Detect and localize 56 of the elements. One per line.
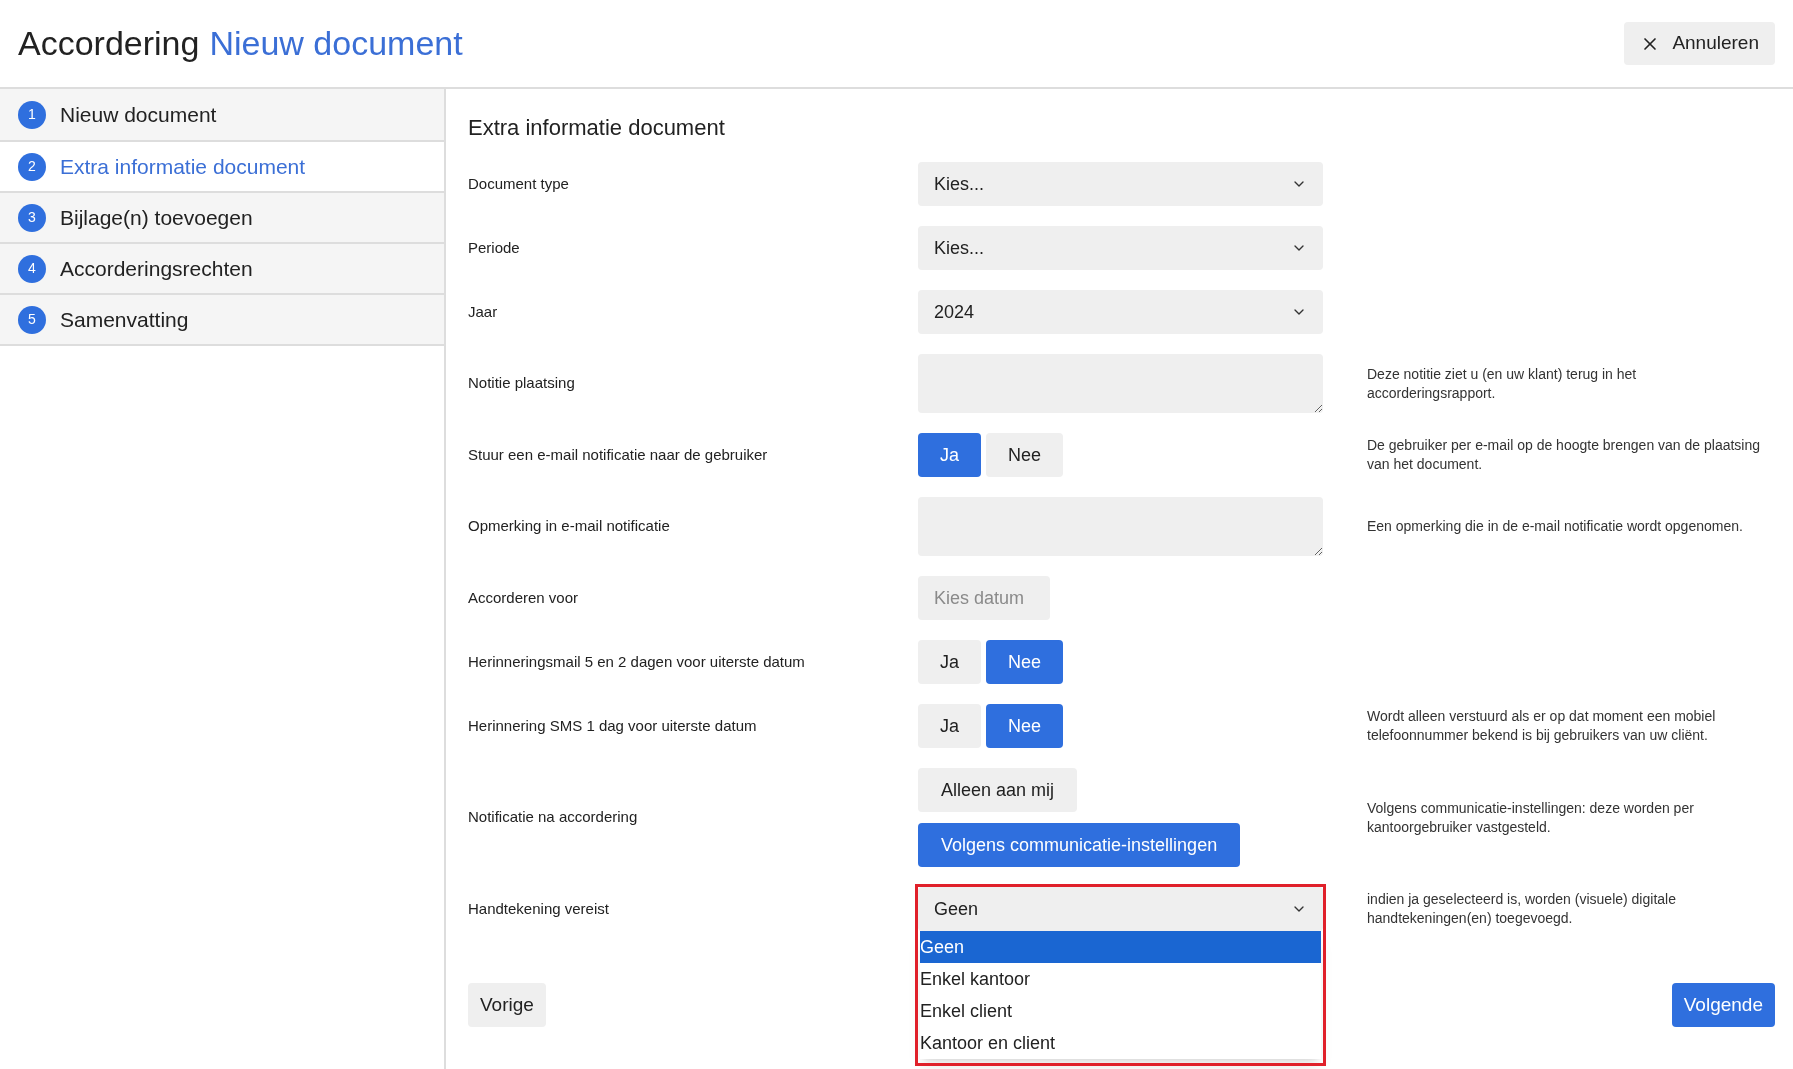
- cancel-button[interactable]: Annuleren: [1624, 22, 1775, 65]
- step-number: 2: [18, 152, 46, 181]
- toggle-option[interactable]: Nee: [986, 640, 1064, 684]
- section-heading: Extra informatie document: [468, 114, 726, 142]
- help-text: Deze notitie ziet u (en uw klant) terug in het accorderingsrapport.: [1367, 364, 1638, 403]
- field-label: Stuur een e-mail notificatie naar de gebruiker: [468, 444, 769, 465]
- field-label: Herinnering SMS 1 dag voor uiterste datum: [468, 715, 758, 736]
- select-field[interactable]: Kies...: [918, 162, 1323, 206]
- dropdown-option[interactable]: Enkel kantoor: [920, 963, 1321, 995]
- dropdown-option[interactable]: Enkel client: [920, 995, 1321, 1027]
- toggle-option[interactable]: Nee: [986, 433, 1064, 477]
- text-area[interactable]: [918, 497, 1323, 556]
- toggle-option[interactable]: Ja: [918, 640, 981, 684]
- previous-button[interactable]: Vorige: [468, 983, 546, 1027]
- step-item[interactable]: 3 Bijlage(n) toevoegen: [0, 191, 444, 242]
- step-label: Samenvatting: [60, 306, 189, 333]
- field-label: Periode: [468, 237, 521, 258]
- step-label: Bijlage(n) toevoegen: [60, 204, 253, 231]
- page-title: Accordering: [18, 23, 200, 64]
- step-number: 5: [18, 305, 46, 334]
- text-area[interactable]: [918, 354, 1323, 413]
- field-label: Herinneringsmail 5 en 2 dagen voor uiterste datum: [468, 651, 806, 672]
- notification-option[interactable]: Volgens communicatie-instellingen: [918, 823, 1241, 867]
- field-label: Document type: [468, 173, 570, 194]
- step-number: 4: [18, 254, 46, 283]
- date-field[interactable]: Kies datum: [918, 576, 1050, 620]
- help-text: indien ja geselecteerd is, worden (visuele) digitale handtekeningen(en) toegevoegd.: [1367, 890, 1677, 928]
- field-label: Opmerking in e-mail notificatie: [468, 516, 671, 537]
- step-item[interactable]: 5 Samenvatting: [0, 293, 444, 344]
- help-text: Volgens communicatie-instellingen: deze worden per kantoorgebruiker vastgesteld.: [1367, 798, 1695, 837]
- field-label: Jaar: [468, 301, 499, 322]
- field-label: Handtekening vereist: [468, 898, 610, 919]
- step-label: Accorderingsrechten: [60, 255, 253, 282]
- step-label: Nieuw document: [60, 101, 217, 128]
- select-field[interactable]: Geen: [918, 887, 1323, 931]
- help-text: De gebruiker per e-mail op de hoogte brengen van de plaatsing van het document.: [1367, 436, 1762, 474]
- dropdown-option[interactable]: Kantoor en client: [920, 1027, 1321, 1059]
- toggle-option[interactable]: Nee: [986, 704, 1064, 748]
- select-field[interactable]: 2024: [918, 290, 1323, 334]
- toggle-option[interactable]: Ja: [918, 704, 981, 748]
- step-number: 3: [18, 203, 46, 232]
- field-label: Notitie plaatsing: [468, 373, 576, 394]
- toggle-option[interactable]: Ja: [918, 433, 981, 477]
- step-item[interactable]: 4 Accorderingsrechten: [0, 242, 444, 293]
- field-label: Accorderen voor: [468, 587, 580, 608]
- dropdown-option[interactable]: Geen: [920, 931, 1321, 963]
- notification-option[interactable]: Alleen aan mij: [918, 768, 1078, 812]
- help-text: Een opmerking die in de e-mail notificatie wordt opgenomen.: [1367, 517, 1744, 536]
- next-button[interactable]: Volgende: [1671, 983, 1775, 1027]
- step-label: Extra informatie document: [60, 153, 306, 180]
- field-label: Notificatie na accordering: [468, 807, 639, 828]
- step-number: 1: [18, 100, 46, 129]
- help-text: Wordt alleen verstuurd als er op dat moment een mobiel telefoonnummer bekend is bij gebruikers van uw cliënt.: [1367, 707, 1717, 745]
- select-field[interactable]: Kies...: [918, 226, 1323, 270]
- page-subtitle: Nieuw document: [209, 23, 463, 64]
- step-item[interactable]: 1 Nieuw document: [0, 89, 444, 140]
